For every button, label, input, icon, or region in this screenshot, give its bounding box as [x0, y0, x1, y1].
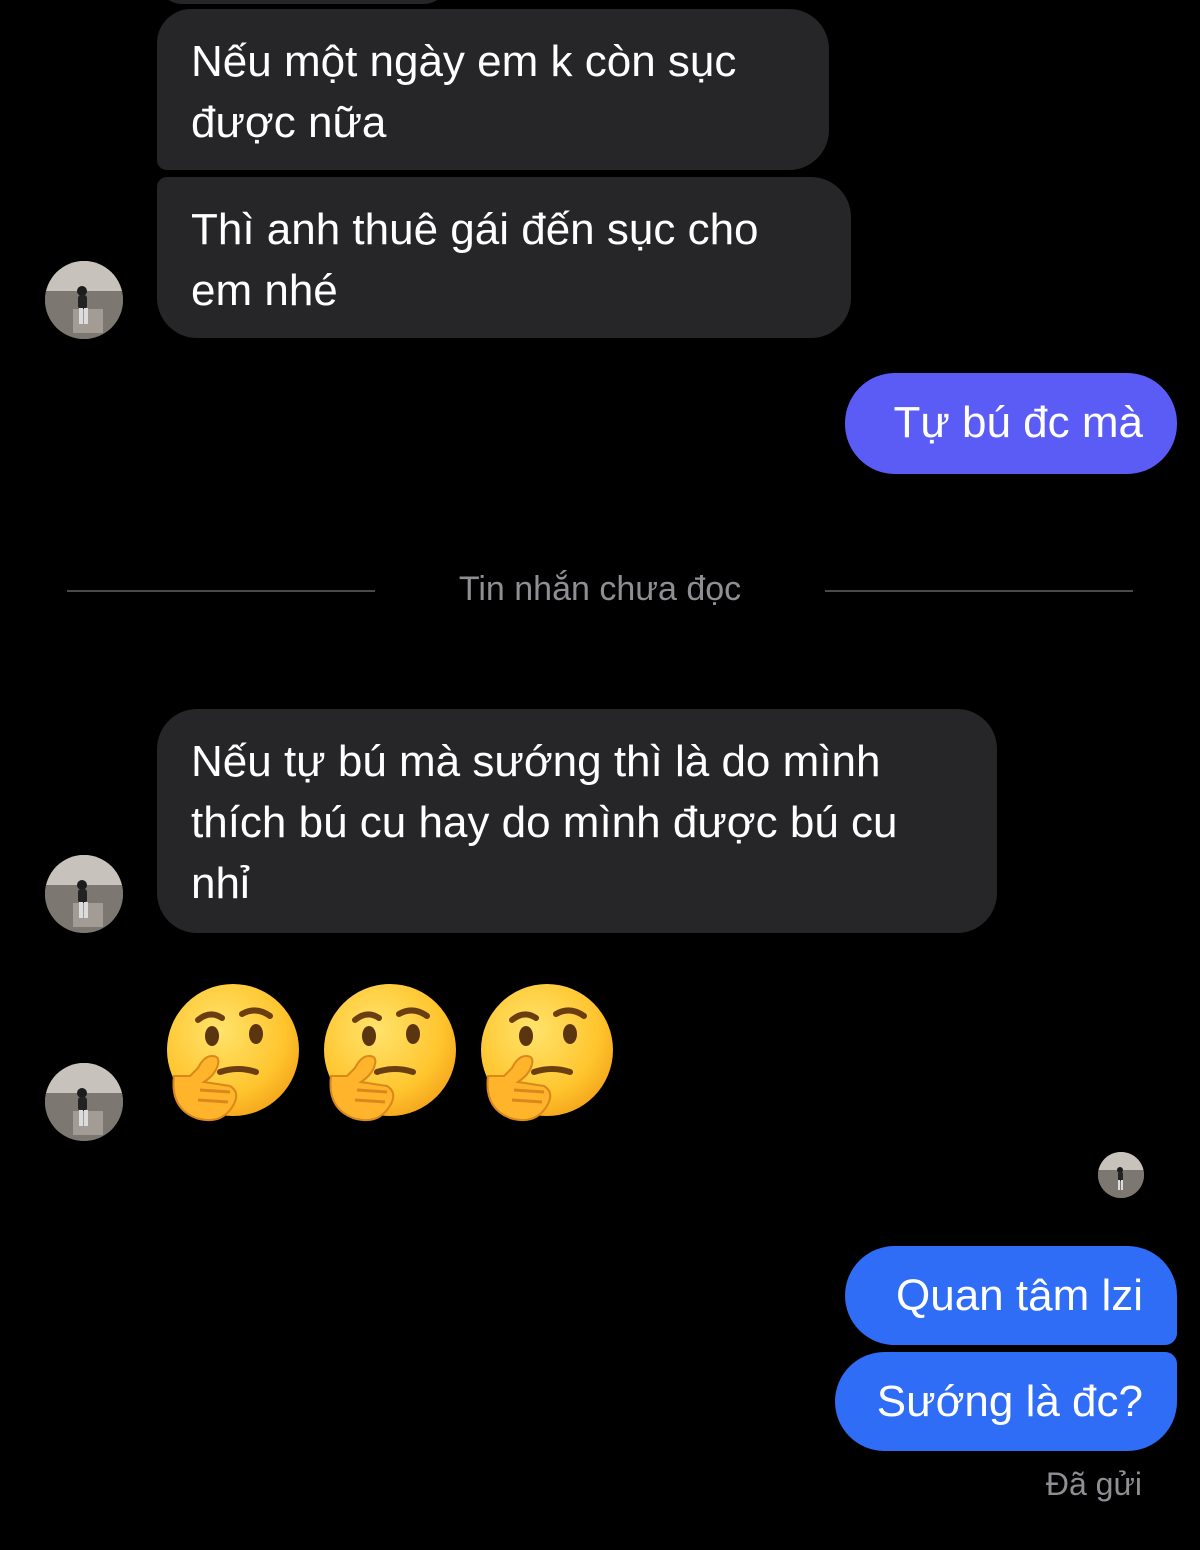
incoming-message-bubble[interactable]: Thì anh thuê gái đến sục cho em nhé	[157, 177, 851, 338]
message-text: Tự bú đc mà	[893, 398, 1143, 447]
message-text: Quan tâm lzi	[896, 1271, 1143, 1320]
contact-avatar[interactable]	[45, 855, 123, 933]
thinking-face-emoji	[167, 984, 299, 1122]
incoming-message-bubble[interactable]: Nếu một ngày em k còn sục được nữa	[157, 9, 829, 170]
thinking-face-emoji	[324, 984, 456, 1122]
message-text: Nếu tự bú mà sướng thì là do mình thích …	[191, 737, 898, 908]
message-text: Thì anh thuê gái đến sục cho em nhé	[191, 205, 759, 315]
outgoing-message-bubble[interactable]: Sướng là đc?	[835, 1352, 1177, 1451]
person-photo-icon	[45, 261, 123, 339]
message-text: Sướng là đc?	[876, 1377, 1143, 1426]
unread-divider-label: Tin nhắn chưa đọc	[458, 570, 742, 608]
outgoing-message-bubble[interactable]: Quan tâm lzi	[845, 1246, 1177, 1345]
read-receipt-avatar-icon	[1098, 1152, 1144, 1198]
outgoing-message-bubble[interactable]: Tự bú đc mà	[845, 373, 1177, 474]
thinking-face-emoji	[481, 984, 613, 1122]
contact-avatar[interactable]	[45, 1063, 123, 1141]
person-photo-icon	[45, 855, 123, 933]
person-photo-icon	[1098, 1152, 1144, 1198]
unread-divider-line-right	[825, 590, 1133, 592]
thinking-face-emoji-group	[167, 984, 613, 1122]
incoming-message-bubble[interactable]: Nếu tự bú mà sướng thì là do mình thích …	[157, 709, 997, 933]
emoji-message[interactable]	[160, 980, 630, 1130]
contact-avatar[interactable]	[45, 261, 123, 339]
sent-status-label: Đã gửi	[1045, 1466, 1142, 1502]
unread-divider-line-left	[67, 590, 375, 592]
previous-message-edge	[158, 0, 448, 4]
message-text: Nếu một ngày em k còn sục được nữa	[191, 37, 737, 147]
person-photo-icon	[45, 1063, 123, 1141]
